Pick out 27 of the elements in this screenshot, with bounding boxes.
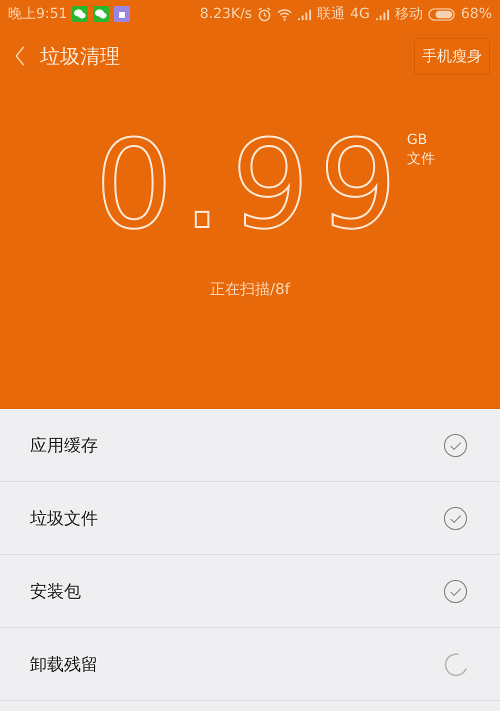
loading-spinner-icon: [443, 652, 468, 676]
category-label: 卸载残留: [30, 654, 99, 676]
category-label: 安装包: [30, 580, 82, 602]
wifi-icon: [277, 6, 292, 22]
carrier-name: 移动: [394, 5, 423, 23]
page-title: 垃圾清理: [40, 42, 120, 70]
back-icon[interactable]: [14, 45, 26, 67]
check-icon: [443, 432, 468, 458]
battery-percent: 68%: [460, 6, 492, 22]
slim-phone-button[interactable]: 手机瘦身: [414, 38, 490, 74]
unit-caption: 文件: [406, 150, 435, 168]
chat-app-icon: [93, 6, 110, 22]
unit-label: GB: [406, 132, 428, 148]
category-label: 垃圾文件: [30, 508, 99, 530]
chat-app-icon: [72, 6, 88, 22]
network-type: 4G: [350, 6, 370, 22]
scan-status: 正在扫描/8f: [209, 280, 292, 299]
alarm-icon: [257, 6, 272, 22]
check-icon: [443, 578, 468, 604]
app-icon: [114, 6, 130, 22]
network-speed: 8.23K/s: [200, 6, 252, 22]
check-icon: [443, 506, 468, 530]
scan-amount: 0.99: [95, 124, 407, 246]
carrier-name: 联通: [317, 5, 346, 23]
status-time: 晚上9:51: [8, 5, 68, 23]
category-label: 应用缓存: [30, 434, 99, 456]
battery-icon: [428, 8, 456, 20]
